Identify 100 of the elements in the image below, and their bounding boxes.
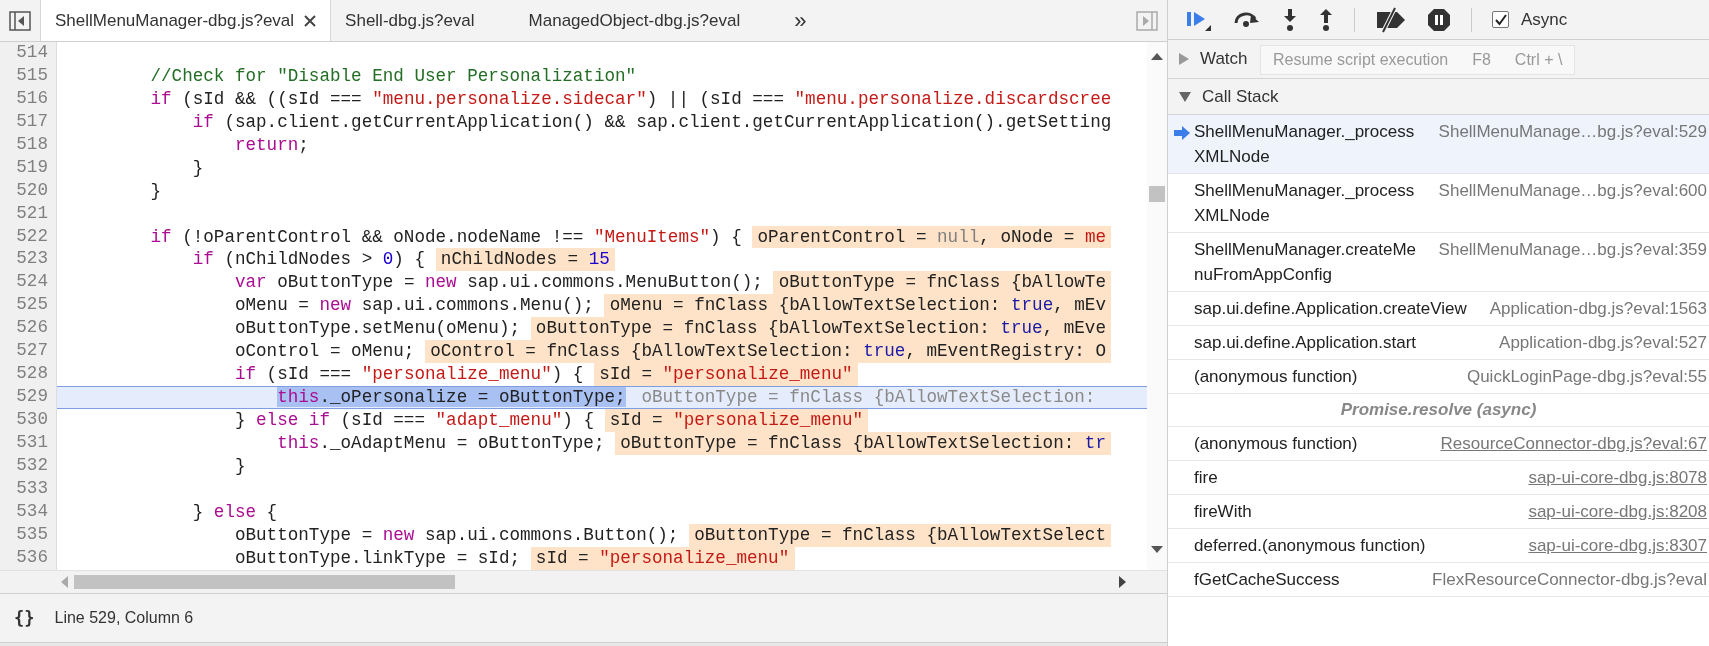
current-frame-arrow-icon (1174, 126, 1190, 140)
sidebar-toggle-icon[interactable] (1136, 10, 1158, 31)
code-line: } else if (sId === "adapt_menu") { (233, 409, 594, 432)
function-name: deferred.(anonymous function) (1194, 535, 1426, 557)
line-number: 522 (15, 225, 49, 248)
line-number: 528 (15, 363, 49, 386)
scrollbar-thumb[interactable] (74, 575, 455, 589)
line-number: 536 (15, 546, 49, 569)
line-number: 518 (15, 133, 49, 156)
inline-value: oControl = fnClass {bAllowTextSelection: true, mEventRegistry: O (425, 340, 1112, 364)
pretty-print-button[interactable]: {} (14, 608, 35, 628)
line-number: 525 (15, 294, 49, 317)
pause-on-exceptions-icon[interactable] (1427, 7, 1451, 32)
inline-value: sId = "personalize_menu" (604, 409, 869, 432)
line-number: 534 (15, 500, 49, 523)
source-location: Application-dbg.js?eval:527 (1499, 332, 1708, 354)
code-line: oButtonType.linkType = sId; (233, 546, 520, 570)
more-tabs-button[interactable]: » (754, 0, 807, 41)
line-number: 514 (15, 42, 49, 64)
inline-value: oButtonType = fnClass {bAllowTextSelection: true, mEve (530, 317, 1112, 341)
inline-value: oButtonType = fnClass {bAllowTextSelection: (640, 387, 1097, 408)
function-name: (anonymous function) (1194, 433, 1358, 455)
section-title: Call Stack (1202, 86, 1279, 107)
code-line: return; (233, 133, 309, 157)
file-tab[interactable]: ShellMenuManager-dbg.js?eval (40, 0, 332, 41)
step-out-icon[interactable] (1318, 7, 1334, 32)
code-line: if (!oParentControl && oNode.nodeName !== "MenuItems") { (149, 225, 742, 249)
expand-icon[interactable] (1178, 52, 1190, 66)
function-name: ShellMenuManager._processXMLNode (1194, 180, 1416, 227)
file-tab[interactable]: Shell-dbg.js?eval (331, 0, 489, 41)
code-line: oMenu = new sap.ui.commons.Menu(); (233, 294, 594, 318)
function-name: fireWith (1194, 501, 1252, 523)
line-number: 515 (15, 64, 49, 87)
source-link[interactable]: sap-ui-core-dbg.js:8307 (1528, 533, 1709, 558)
inline-value: oButtonType = fnClass {bAllowTextSelect (688, 523, 1112, 547)
code-line: if (nChildNodes > 0) { (191, 248, 425, 272)
call-stack-section-header[interactable]: Call Stack (1168, 79, 1709, 115)
call-stack-frame[interactable]: (anonymous function) ResourceConnector-dbg.js?eval:67 (1168, 427, 1709, 461)
code-line: //Check for "Disable End User Personalization" (149, 64, 637, 88)
line-number: 535 (15, 523, 49, 546)
async-label: Async (1521, 9, 1568, 30)
close-icon[interactable] (304, 14, 317, 27)
call-stack-frame[interactable]: fireWith sap-ui-core-dbg.js:8208 (1168, 495, 1709, 529)
call-stack-frame[interactable]: fire sap-ui-core-dbg.js:8078 (1168, 461, 1709, 495)
function-name: sap.ui.define.Application.start (1194, 332, 1417, 354)
line-number: 531 (15, 431, 49, 454)
scroll-up-icon[interactable] (1151, 52, 1163, 60)
function-name: ShellMenuManager.createMenuFromAppConfig (1194, 239, 1418, 286)
async-separator: Promise.resolve (async) (1168, 394, 1709, 427)
collapse-icon[interactable] (1178, 90, 1192, 103)
line-number: 523 (15, 248, 49, 271)
call-stack-frame[interactable]: (anonymous function) QuickLoginPage-dbg.js?eval:55 (1168, 360, 1709, 394)
code-line: oButtonType.setMenu(oMenu); (233, 317, 520, 341)
call-stack-frame[interactable]: sap.ui.define.Application.createView Application-dbg.js?eval:1563 (1168, 292, 1709, 326)
function-name: fGetCacheSuccess (1194, 569, 1340, 591)
inline-value: oButtonType = fnClass {bAllowTe (773, 271, 1112, 295)
line-number: 516 (15, 87, 49, 110)
source-link[interactable]: sap-ui-core-dbg.js:8208 (1528, 499, 1709, 524)
async-checkbox[interactable] (1492, 11, 1509, 28)
call-stack-frame[interactable]: ShellMenuManager._processXMLNode ShellMenuManage…bg.js?eval:529 (1168, 115, 1709, 174)
shortcut-key: F8 (1472, 51, 1491, 69)
call-stack-frame[interactable]: fGetCacheSuccess FlexResourceConnector-dbg.js?eval (1168, 563, 1709, 597)
tooltip-text: Resume script execution (1273, 51, 1449, 69)
function-name: sap.ui.define.Application.createView (1194, 298, 1467, 320)
code-line: if (sap.client.getCurrentApplication() && sap.client.getCurrentApplication().getSetting (191, 110, 1112, 134)
call-stack-frame[interactable]: ShellMenuManager._processXMLNode ShellMenuManage…bg.js?eval:600 (1168, 174, 1709, 233)
line-number: 527 (15, 340, 49, 363)
inline-value: sId = "personalize_menu" (530, 546, 795, 570)
call-stack-frame[interactable]: deferred.(anonymous function) sap-ui-core-dbg.js:8307 (1168, 529, 1709, 563)
code-line: oButtonType = new sap.ui.commons.Button(); (233, 523, 679, 547)
code-line: } else { (191, 500, 278, 524)
code-line: if (sId === "personalize_menu") { (233, 363, 584, 387)
function-name: fire (1194, 467, 1218, 489)
line-number: 529 (15, 386, 49, 409)
scrollbar-thumb[interactable] (1149, 186, 1165, 202)
line-number: 517 (15, 110, 49, 133)
code-line: } (191, 156, 204, 180)
call-stack-frame[interactable]: sap.ui.define.Application.start Application-dbg.js?eval:527 (1168, 326, 1709, 360)
deactivate-breakpoints-icon[interactable] (1375, 6, 1407, 33)
line-number: 519 (15, 156, 49, 179)
code-line: this._oAdaptMenu = oButtonType; (276, 431, 605, 455)
scroll-right-icon[interactable] (1119, 576, 1127, 588)
cursor-position: Line 529, Column 6 (54, 609, 194, 627)
line-number: 521 (15, 202, 49, 225)
navigator-toggle-icon[interactable] (9, 10, 31, 31)
file-tab[interactable]: ManagedObject-dbg.js?eval (488, 0, 755, 41)
scroll-down-icon[interactable] (1151, 546, 1163, 554)
code-line: if (sId && ((sId === "menu.personalize.sidecar") || (sId === "menu.personalize.discardscree (149, 87, 1112, 111)
section-title: Watch (1200, 49, 1248, 69)
source-location: ShellMenuManage…bg.js?eval:359 (1438, 239, 1708, 261)
source-link[interactable]: sap-ui-core-dbg.js:8078 (1528, 465, 1709, 490)
line-number: 520 (15, 179, 49, 202)
call-stack-frame[interactable]: ShellMenuManager.createMenuFromAppConfig ShellMenuManage…bg.js?eval:359 (1168, 233, 1709, 292)
source-link[interactable]: ResourceConnector-dbg.js?eval:67 (1440, 431, 1709, 456)
function-name: ShellMenuManager._processXMLNode (1194, 121, 1416, 168)
line-number: 524 (15, 271, 49, 294)
source-location: FlexResourceConnector-dbg.js?eval (1432, 569, 1708, 591)
code-line: } (149, 179, 162, 203)
code-line: oControl = oMenu; (233, 340, 415, 364)
step-into-icon[interactable] (1282, 7, 1298, 32)
